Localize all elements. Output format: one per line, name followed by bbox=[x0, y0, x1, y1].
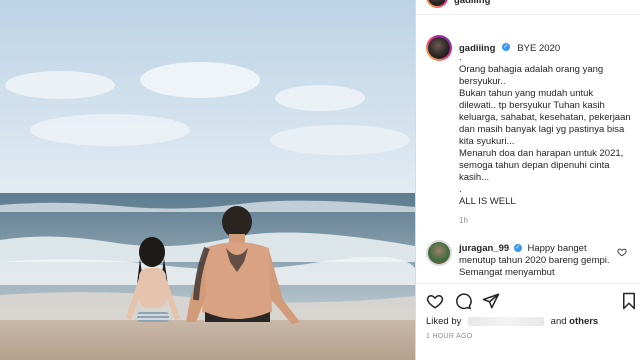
post-detail-panel: gadiiing gadiiing ✓ BYE 2020 . Orang bah… bbox=[415, 0, 640, 360]
comment-avatar[interactable] bbox=[426, 240, 452, 266]
header-username[interactable]: gadiiing bbox=[454, 0, 490, 6]
post-photo[interactable] bbox=[0, 0, 415, 360]
liked-by-username[interactable] bbox=[468, 316, 545, 326]
post-header: gadiiing bbox=[416, 0, 640, 15]
likes-joiner: and bbox=[550, 316, 567, 327]
comment-item: juragan_99 ✓ Happy banget menutup tahun … bbox=[459, 243, 619, 279]
bookmark-icon[interactable] bbox=[620, 292, 638, 310]
likes-summary: Liked by and others bbox=[426, 316, 598, 327]
beach-scene-image bbox=[0, 0, 415, 360]
paper-plane-icon[interactable] bbox=[482, 292, 500, 310]
caption-timestamp[interactable]: 1h bbox=[459, 216, 468, 225]
action-bar bbox=[416, 283, 640, 317]
comment-like-icon[interactable] bbox=[617, 247, 627, 257]
verified-badge-icon: ✓ bbox=[513, 244, 522, 253]
heart-icon[interactable] bbox=[426, 292, 444, 310]
likes-prefix: Liked by bbox=[426, 316, 462, 327]
post-timestamp[interactable]: 1 HOUR AGO bbox=[426, 333, 473, 340]
comment-username[interactable]: juragan_99 bbox=[459, 243, 509, 254]
caption-text: . Orang bahagia adalah orang yang bersyu… bbox=[459, 52, 631, 207]
likes-others-link[interactable]: others bbox=[569, 316, 598, 327]
verified-badge-icon: ✓ bbox=[501, 42, 510, 51]
caption-avatar[interactable] bbox=[426, 35, 452, 61]
comment-bubble-icon[interactable] bbox=[454, 292, 472, 310]
header-avatar[interactable] bbox=[426, 0, 448, 8]
